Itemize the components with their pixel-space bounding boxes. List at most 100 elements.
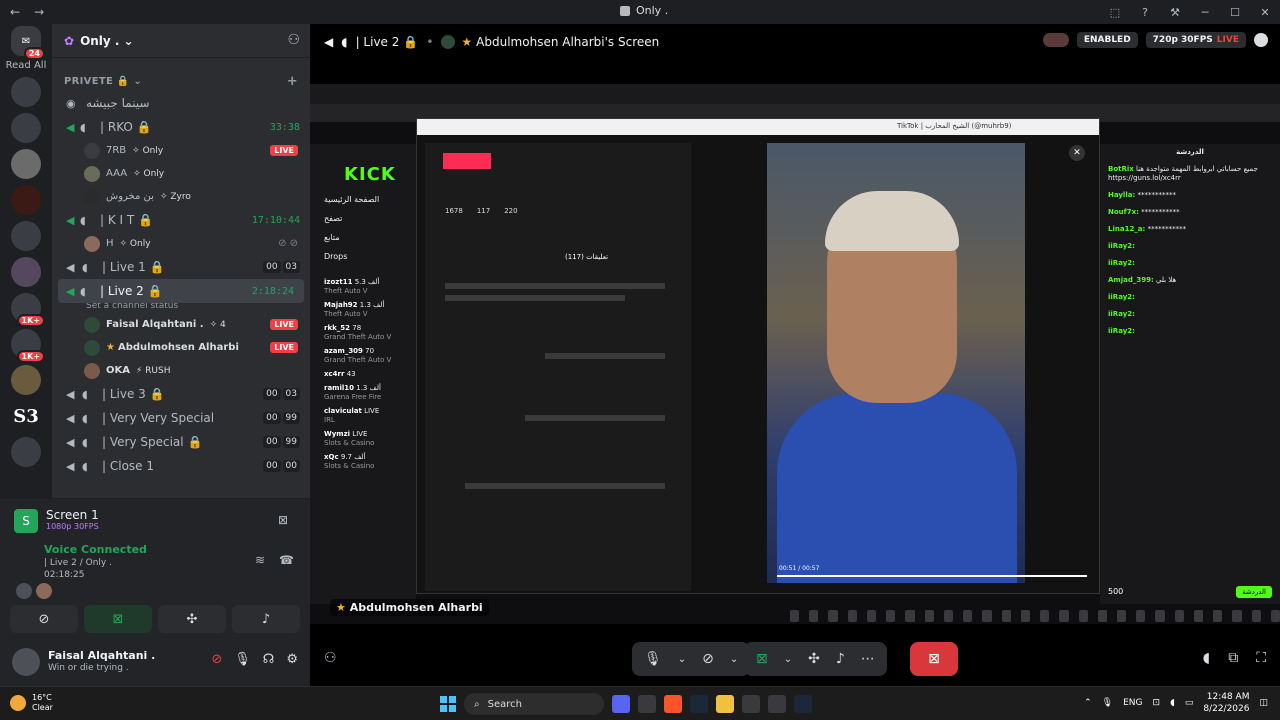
tools-icon[interactable]: ⚒ xyxy=(1160,0,1190,24)
screen-share-button[interactable]: ⊠ xyxy=(84,605,152,633)
shared-screen[interactable]: KICK الصفحة الرئيسية تصفح متابع Drops iz… xyxy=(310,84,1280,624)
voice-member[interactable]: H ✧ Only ⊘ ⊘ xyxy=(52,232,310,255)
voice-member[interactable]: OKA ⚡ RUSH xyxy=(52,359,310,382)
gear-icon[interactable]: ⚙ xyxy=(286,652,298,667)
folder-taskbar-icon[interactable] xyxy=(716,695,734,713)
channel-very-very-special[interactable]: ◀ ◖ | Very Very Special 00 99 xyxy=(52,406,310,430)
server-icon-4[interactable] xyxy=(11,185,41,215)
chevron-down-icon[interactable]: ⌄ xyxy=(678,654,686,665)
notification-icon[interactable]: ◫ xyxy=(1259,698,1268,708)
add-channel-icon[interactable]: + xyxy=(287,74,298,89)
read-all-button[interactable]: Read All xyxy=(0,60,52,71)
soundboard-icon[interactable]: ♪ xyxy=(836,651,845,667)
microphone-icon[interactable]: 🎙 xyxy=(644,651,662,667)
fullscreen-icon[interactable]: ⛶ xyxy=(1256,650,1266,666)
voice-member[interactable]: ★ Abdulmohsen Alharbi LIVE xyxy=(52,336,310,359)
server-icon-3[interactable] xyxy=(11,149,41,179)
channel-close-1[interactable]: ◀ ◖ | Close 1 00 00 xyxy=(52,454,310,478)
camera-off-icon[interactable]: ⊘ xyxy=(211,652,222,667)
kick-nav-home: الصفحة الرئيسية xyxy=(324,195,380,204)
help-icon[interactable]: ? xyxy=(1130,0,1160,24)
close-button[interactable]: ✕ xyxy=(1250,0,1280,24)
channel-very-special[interactable]: ◀ ◖ | Very Special 🔒 00 99 xyxy=(52,430,310,454)
channel-live-1[interactable]: ◀ ◖ | Live 1 🔒 00 03 xyxy=(52,255,310,279)
voice-member[interactable]: Faisal Alqahtani . ✧ 4 LIVE xyxy=(52,313,310,336)
stream-icon: ◀ xyxy=(66,411,75,425)
voice-member[interactable]: 7RB ✧ Only LIVE xyxy=(52,139,310,162)
user-limit: 00 99 xyxy=(263,412,300,424)
avatar[interactable] xyxy=(12,648,40,676)
microphone-icon[interactable]: 🎙 xyxy=(234,652,251,667)
camera-off-icon[interactable]: ⊘ xyxy=(702,651,714,667)
leave-call-button[interactable]: ⊠ xyxy=(910,642,958,676)
server-icon-9[interactable] xyxy=(11,365,41,395)
battery-icon[interactable]: ▭ xyxy=(1185,698,1194,708)
minimize-button[interactable]: ─ xyxy=(1190,0,1220,24)
headphones-icon[interactable]: ☊ xyxy=(263,652,275,667)
disconnect-icon[interactable]: ☎ xyxy=(279,553,294,567)
voice-member[interactable]: بن مخروش ✧ Zyro xyxy=(52,185,310,208)
chevron-down-icon[interactable]: ⌄ xyxy=(784,654,792,665)
chevron-down-icon[interactable]: ⌄ xyxy=(730,654,738,665)
follow-button xyxy=(443,153,491,169)
server-icon-1[interactable] xyxy=(11,77,41,107)
activities-icon[interactable]: ✣ xyxy=(808,651,820,667)
category-header[interactable]: PRIVETE 🔒 ⌄ + xyxy=(52,58,310,91)
screen-owner: Abdulmohsen Alharbi's Screen xyxy=(476,35,660,49)
channel-live-3[interactable]: ◀ ◖ | Live 3 🔒 00 03 xyxy=(52,382,310,406)
channel-live-2[interactable]: ◀ ◖ | Live 2 🔒 2:18:24 xyxy=(58,279,304,303)
volume-icon[interactable]: ◖ xyxy=(1170,698,1175,708)
server-icon-2[interactable] xyxy=(11,113,41,143)
search-box[interactable]: ⌕ Search xyxy=(464,693,604,715)
app-taskbar-icon[interactable] xyxy=(768,695,786,713)
app-taskbar-icon[interactable] xyxy=(742,695,760,713)
steam-taskbar-icon[interactable] xyxy=(794,695,812,713)
network-icon[interactable]: ⊡ xyxy=(1153,698,1161,708)
screen-share-card[interactable]: S Screen 1 1080p 30FPS ⊠ xyxy=(14,507,294,535)
discord-taskbar-icon[interactable] xyxy=(612,695,630,713)
language-indicator[interactable]: ENG xyxy=(1123,698,1142,708)
soundboard-button[interactable]: ♪ xyxy=(232,605,300,633)
start-button[interactable] xyxy=(440,696,456,712)
chat-bubble-icon[interactable] xyxy=(1254,33,1268,47)
screen-share-icon[interactable]: ⊠ xyxy=(756,651,768,667)
server-icon-7[interactable]: 1K+ xyxy=(11,293,45,327)
app-taskbar-icon[interactable] xyxy=(638,695,656,713)
channel-timer: 17:10:44 xyxy=(251,214,300,226)
dm-button[interactable]: ✉ 24 xyxy=(11,26,45,60)
stop-share-icon[interactable]: ⊠ xyxy=(278,513,288,527)
activities-button[interactable]: ✣ xyxy=(158,605,226,633)
volume-icon[interactable]: ◖ xyxy=(1203,650,1210,666)
speaker-icon: ◖ xyxy=(82,411,88,425)
channel-rko[interactable]: ◀ ◖ | RKO 🔒 33:38 xyxy=(52,115,310,139)
weather-widget[interactable]: 16°C Clear xyxy=(10,693,53,713)
server-icon-6[interactable] xyxy=(11,257,41,287)
kick-following-item: xc4rr 43 xyxy=(324,370,356,378)
server-s3[interactable]: S3 xyxy=(11,401,41,431)
forward-button[interactable]: → xyxy=(34,5,44,19)
presenter-label: ★ Abdulmohsen Alharbi xyxy=(330,599,489,616)
microphone-icon[interactable]: 🎙 xyxy=(1102,698,1113,708)
channel-stage[interactable]: ◉ سينما جبيشه xyxy=(52,91,310,115)
server-icon-5[interactable] xyxy=(11,221,41,251)
voice-member[interactable]: AAA ✧ Only xyxy=(52,162,310,185)
maximize-button[interactable]: ☐ xyxy=(1220,0,1250,24)
server-icon-8[interactable]: 1K+ xyxy=(11,329,45,363)
clock[interactable]: 12:48 AM 8/22/2026 xyxy=(1203,691,1249,715)
add-member-icon[interactable]: ⚇ xyxy=(287,32,300,48)
steam-taskbar-icon[interactable] xyxy=(690,695,708,713)
noise-suppression-icon[interactable]: ≋ xyxy=(255,553,265,567)
inbox-icon[interactable]: ⬚ xyxy=(1100,0,1130,24)
enabled-badge[interactable]: ENABLED xyxy=(1076,32,1138,48)
invite-icon[interactable]: ⚇ xyxy=(324,650,337,666)
voice-connected-label[interactable]: Voice Connected xyxy=(44,543,147,556)
guild-header[interactable]: ✿ Only . ⌄ ⚇ xyxy=(52,24,310,58)
chevron-up-icon[interactable]: ⌃ xyxy=(1084,698,1092,708)
channel-kit[interactable]: ◀ ◖ | K I T 🔒 17:10:44 xyxy=(52,208,310,232)
brave-taskbar-icon[interactable] xyxy=(664,695,682,713)
back-button[interactable]: ← xyxy=(10,5,20,19)
server-icon-10[interactable] xyxy=(11,437,41,467)
popout-icon[interactable]: ⧉ xyxy=(1228,650,1238,666)
camera-off-button[interactable]: ⊘ xyxy=(10,605,78,633)
more-icon[interactable]: ⋯ xyxy=(861,651,875,667)
